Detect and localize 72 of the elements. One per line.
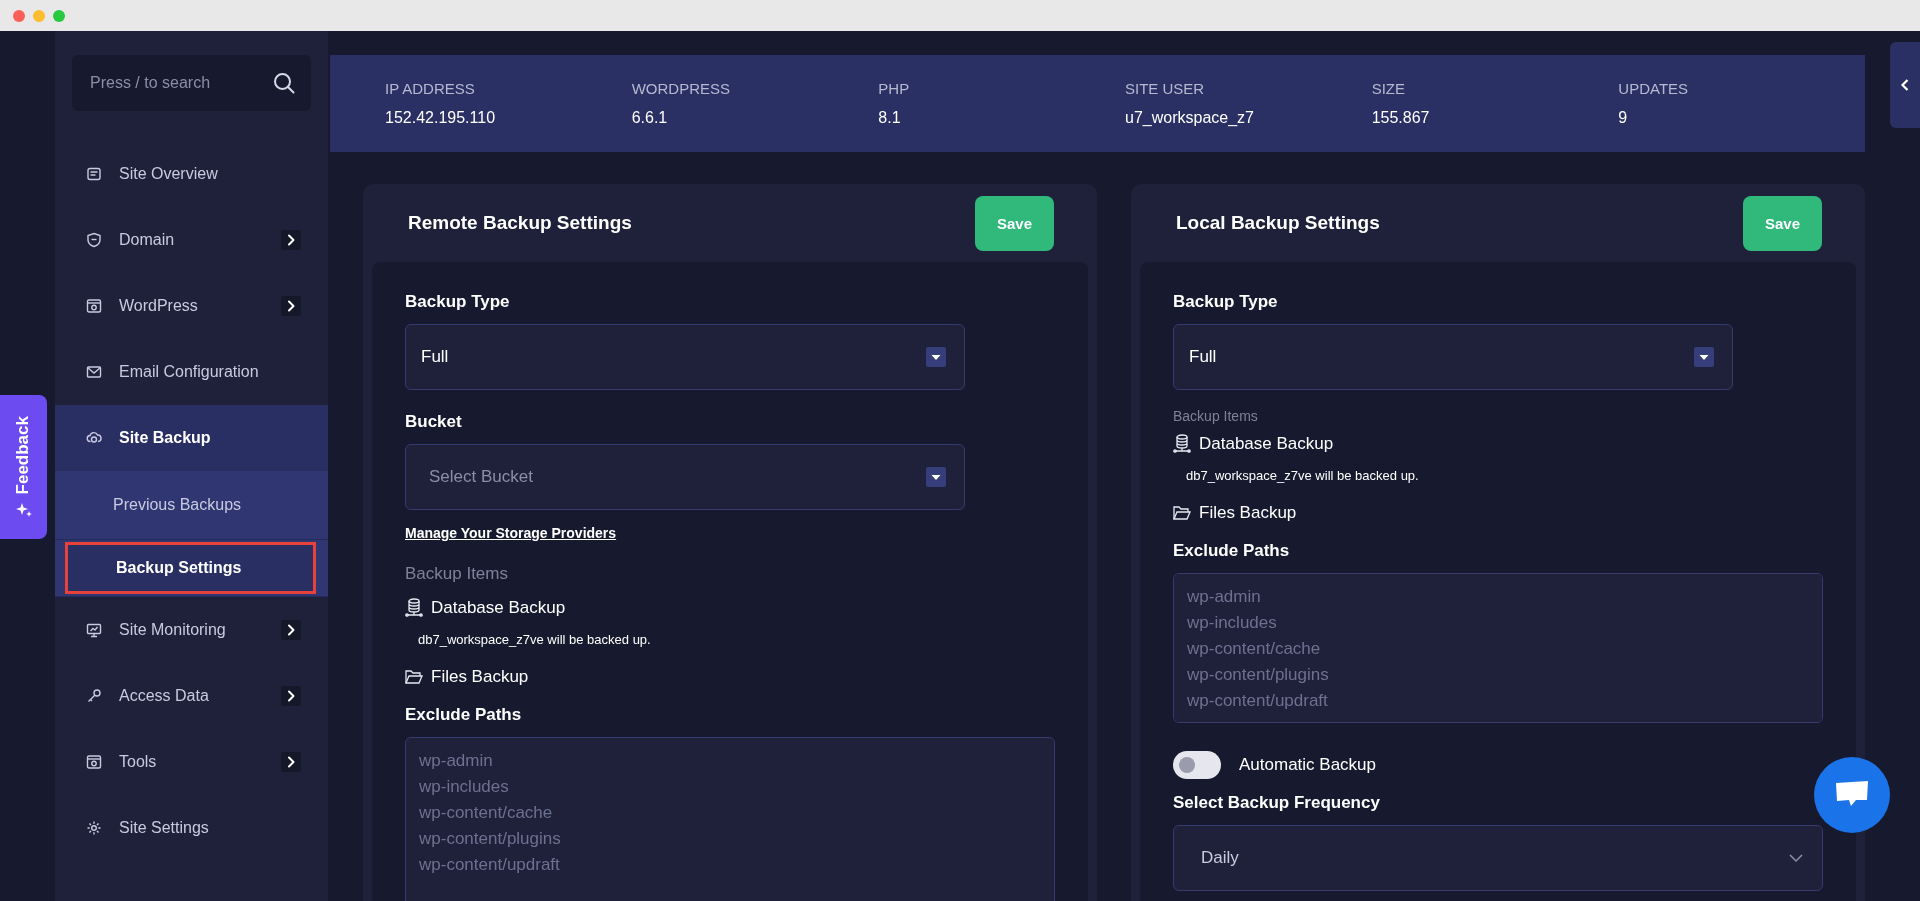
stat-value: 8.1: [878, 109, 902, 127]
section-label: Backup Items: [1173, 408, 1258, 424]
gear-icon: [86, 820, 102, 836]
cloud-sync-icon: [86, 430, 102, 446]
card-title: Local Backup Settings: [1176, 212, 1380, 234]
browser-gear-icon: [86, 754, 102, 770]
stat-label: SIZE: [1371, 80, 1406, 97]
bucket-dropdown[interactable]: Select Bucket: [405, 444, 965, 510]
stat-label: UPDATES: [1618, 80, 1690, 97]
section-label: Backup Items: [405, 564, 508, 584]
backup-item-label: Files Backup: [431, 667, 529, 687]
toggle-label: Automatic Backup: [1239, 755, 1376, 775]
browser-gear-icon: [86, 298, 102, 314]
search-field[interactable]: Press / to search: [72, 55, 311, 111]
field-label: Backup Type: [1173, 292, 1278, 312]
sidebar-item[interactable]: Access Data: [55, 663, 328, 729]
field-label: Select Backup Frequency: [1173, 793, 1380, 813]
sidebar-item[interactable]: Site Settings: [55, 795, 328, 861]
card-title: Remote Backup Settings: [408, 212, 632, 234]
backup-type-dropdown[interactable]: Full: [405, 324, 965, 390]
caret-down-icon: [1694, 347, 1714, 367]
sidebar-item[interactable]: Domain: [55, 207, 328, 273]
stat-value: 152.42.195.110: [385, 109, 497, 127]
backup-item-label: Database Backup: [1199, 434, 1334, 454]
sidebar-item[interactable]: Site Monitoring: [55, 597, 328, 663]
caret-down-icon: [926, 347, 946, 367]
monitor-icon: [86, 622, 102, 638]
sidebar-item[interactable]: Site Backup: [55, 405, 328, 471]
exclude-paths-field[interactable]: wp-admin wp-includes wp-content/cache wp-content/plugins wp-content/updraft: [405, 737, 1055, 901]
stat-label: IP ADDRESS: [385, 80, 476, 97]
sidebar-item[interactable]: Site Overview: [55, 141, 328, 207]
exclude-paths-field[interactable]: wp-admin wp-includes wp-content/cache wp-content/plugins wp-content/updraft: [1173, 573, 1823, 723]
search-icon: [273, 72, 295, 94]
frequency-dropdown[interactable]: Daily: [1173, 825, 1823, 891]
database-note: db7_workspace_z7ve will be backed up.: [417, 632, 651, 647]
stat-label: PHP: [878, 80, 911, 97]
minimize-window-dot[interactable]: [33, 9, 45, 22]
feedback-tab[interactable]: Feedback: [0, 395, 47, 539]
field-label: Bucket: [405, 412, 462, 432]
sidebar-item[interactable]: Tools: [55, 729, 328, 795]
backup-type-dropdown[interactable]: Full: [1173, 324, 1733, 390]
sidebar-subitem[interactable]: Backup Settings: [65, 542, 316, 594]
sidebar-item[interactable]: WordPress: [55, 273, 328, 339]
manage-storage-link[interactable]: Manage Your Storage Providers: [405, 525, 617, 541]
field-label: Backup Type: [405, 292, 510, 312]
sparkle-icon: [15, 502, 32, 519]
close-window-dot[interactable]: [13, 9, 25, 22]
caret-down-icon: [926, 467, 946, 487]
envelope-icon: [86, 364, 102, 380]
document-icon: [86, 166, 102, 182]
chevron-down-icon: [1788, 853, 1804, 863]
field-label: Exclude Paths: [1173, 541, 1290, 561]
stat-value: 6.6.1: [631, 109, 669, 127]
chevron-left-icon: [1900, 78, 1910, 92]
key-icon: [86, 688, 102, 704]
stat-label: SITE USER: [1125, 80, 1206, 97]
backup-item-label: Database Backup: [431, 598, 566, 618]
stat-value: 9: [1618, 109, 1629, 127]
database-note: db7_workspace_z7ve will be backed up.: [1185, 468, 1419, 483]
sidebar-item[interactable]: Email Configuration: [55, 339, 328, 405]
toggle-switch[interactable]: [1173, 751, 1221, 779]
shield-icon: [86, 232, 102, 248]
stat-value: 155.867: [1371, 109, 1431, 127]
folder-icon: [1173, 505, 1191, 521]
stat-value: u7_workspace_z7: [1125, 109, 1255, 127]
folder-icon: [405, 669, 423, 685]
database-icon: [1173, 434, 1191, 454]
maximize-window-dot[interactable]: [53, 9, 65, 22]
stat-label: WORDPRESS: [631, 80, 731, 97]
backup-item-label: Files Backup: [1199, 503, 1297, 523]
field-label: Exclude Paths: [405, 705, 522, 725]
database-icon: [405, 598, 423, 618]
